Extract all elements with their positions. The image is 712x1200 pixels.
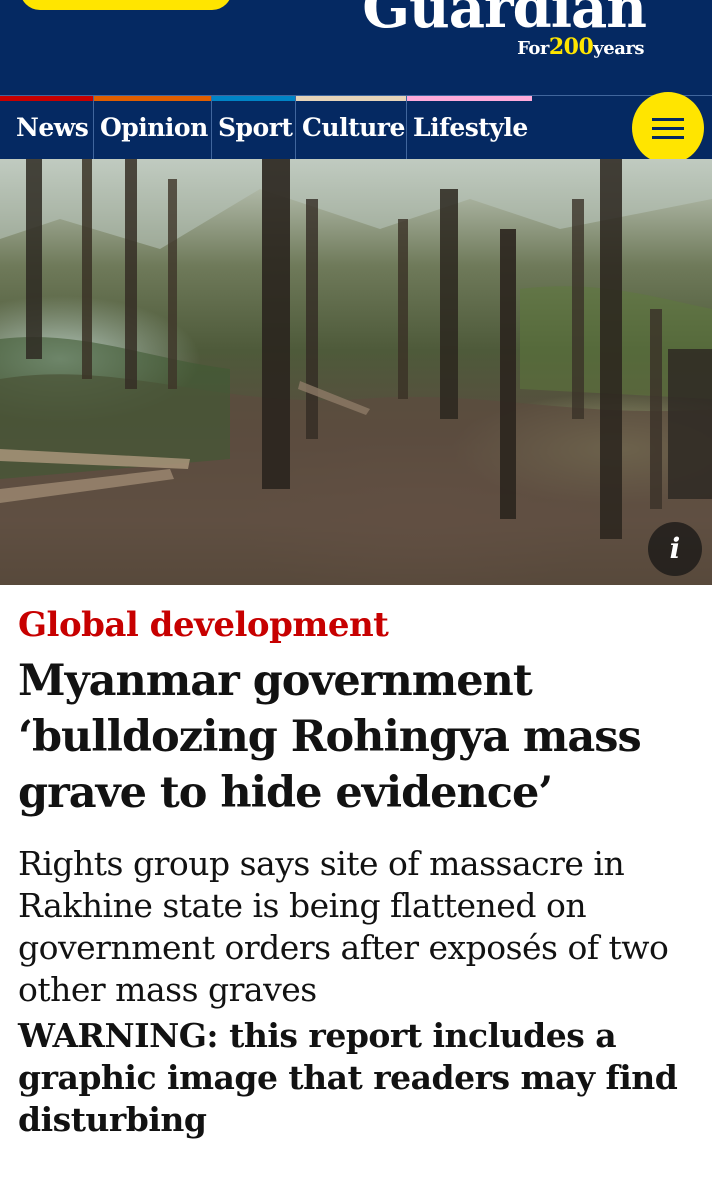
nav-item-label: Lifestyle [413,113,528,142]
nav-item-opinion[interactable]: Opinion [94,96,212,159]
nav-item-culture[interactable]: Culture [296,96,407,159]
forest-scene [0,159,712,585]
tree-trunk [306,199,318,439]
nav-pillar-bar [0,96,93,101]
tree-trunk [572,199,584,419]
article-header: Global development Myanmar government ‘b… [0,603,712,1141]
guardian-logo[interactable]: Guardian For200years [362,0,647,60]
nav-item-label: News [16,113,89,142]
logo-tag-prefix: For [517,38,549,59]
hamburger-line [652,127,684,130]
tree-trunk [500,229,516,519]
nav-item-label: Culture [302,113,405,142]
headline: Myanmar government ‘bulldozing Rohingya … [18,656,642,818]
tree-trunk [26,159,42,359]
logo-tag-number: 200 [548,34,594,60]
tree-trunk [262,159,290,489]
nav-pillar-bar [212,96,295,101]
logo-wordmark: Guardian [362,0,647,41]
nav-item-lifestyle[interactable]: Lifestyle [407,96,532,159]
nav-pillar-bar [407,96,532,101]
wooden-structure [668,349,712,499]
nav-item-news[interactable]: News [0,96,94,159]
tree-trunk [600,159,622,539]
section-nav: News Opinion Sport Culture Lifestyle [0,92,712,164]
masthead: Guardian For200years [0,0,712,95]
nav-pillar-bar [94,96,211,101]
content-warning: WARNING: this report includes a graphic … [18,1016,678,1139]
hamburger-line [652,118,684,121]
tree-trunk [440,189,458,419]
nav-item-sport[interactable]: Sport [212,96,296,159]
tree-trunk [168,179,177,389]
tree-trunk [125,159,137,389]
hamburger-line [652,136,684,139]
tree-trunk [650,309,662,509]
support-button[interactable] [20,0,232,10]
info-icon: i [648,522,702,576]
menu-button[interactable] [632,92,704,164]
tree-trunk [82,159,92,379]
hero-image[interactable] [0,159,712,585]
nav-item-label: Sport [218,113,293,142]
nav-item-label: Opinion [100,113,208,142]
nav-pillar-bar [296,96,406,101]
section-kicker[interactable]: Global development [18,603,694,647]
standfirst: Rights group says site of massacre in Ra… [18,844,669,1009]
tree-trunk [398,219,408,399]
logo-tag-suffix: years [593,38,644,59]
